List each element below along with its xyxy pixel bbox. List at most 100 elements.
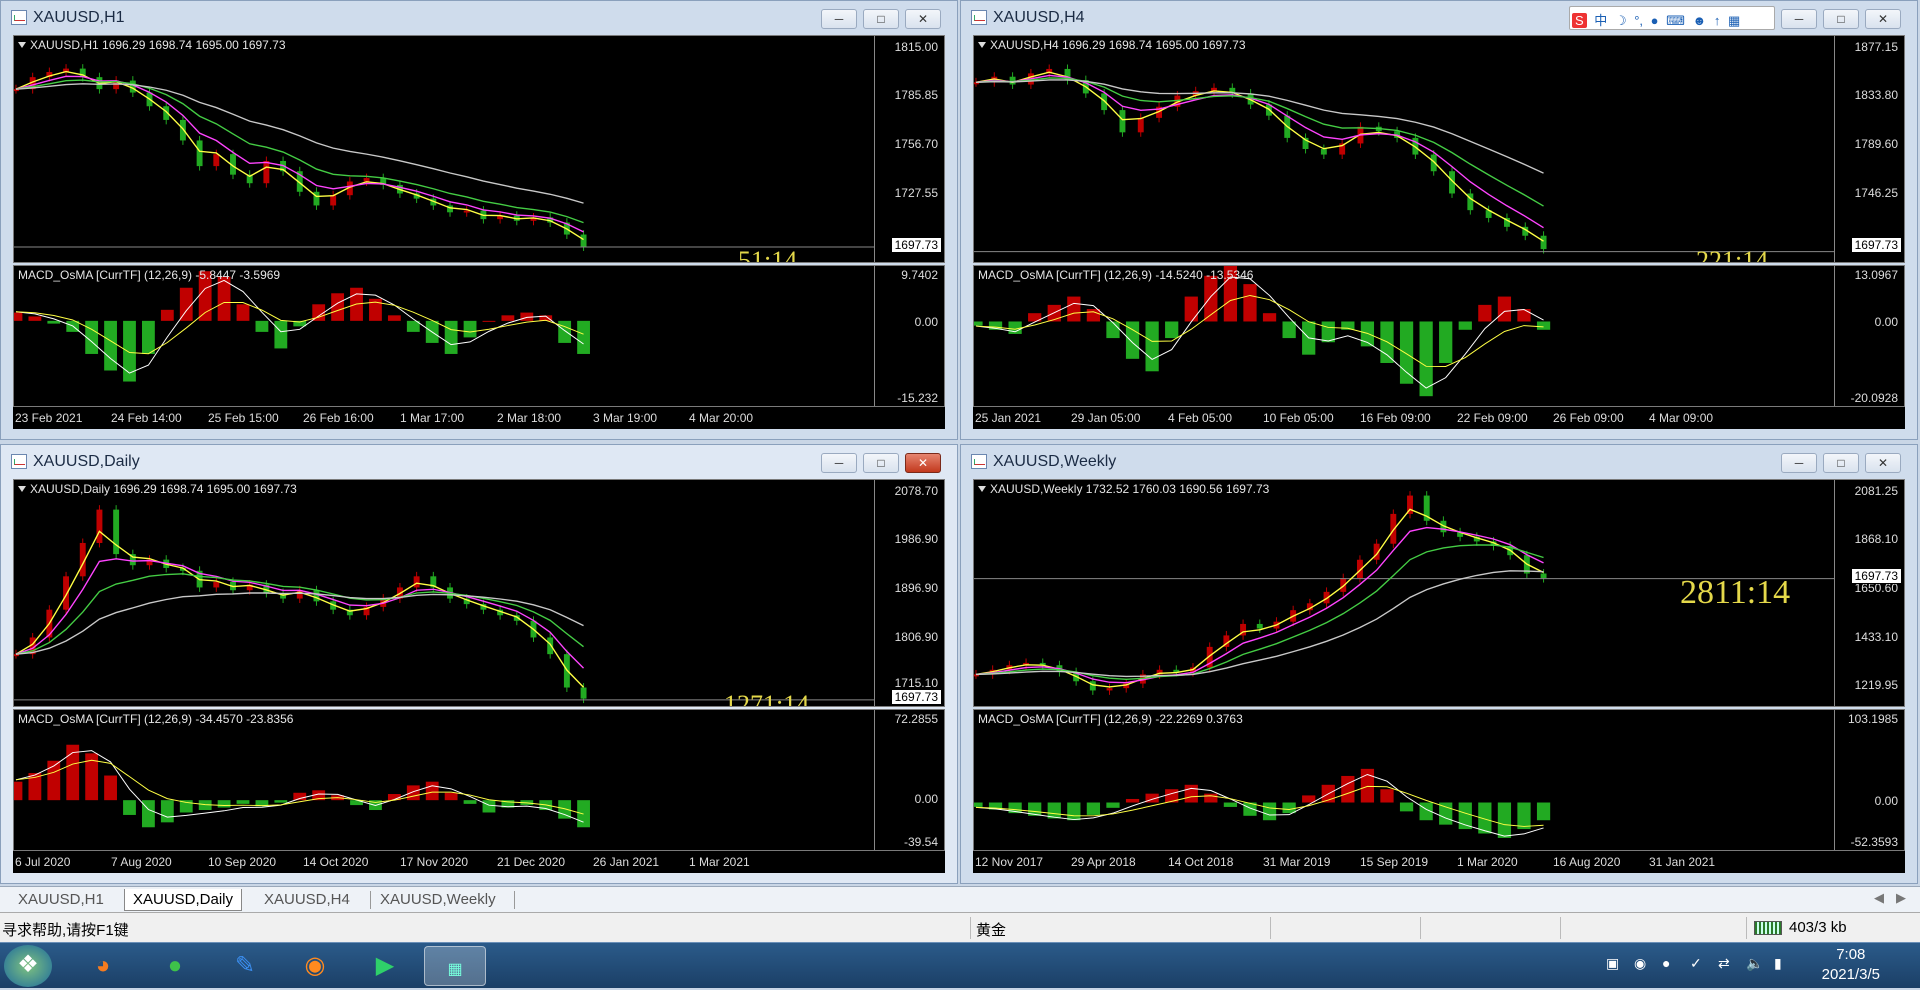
window-titlebar[interactable]: XAUUSD,Weekly ─ □ ✕: [961, 445, 1917, 478]
maximize-button[interactable]: □: [1823, 453, 1859, 473]
tray-network-icon[interactable]: ⇄: [1718, 955, 1730, 972]
tab-xauusd-h4[interactable]: XAUUSD,H4: [256, 889, 358, 911]
user-icon[interactable]: ☻: [1693, 13, 1707, 28]
close-button[interactable]: ✕: [905, 9, 941, 29]
maximize-button[interactable]: □: [1823, 9, 1859, 29]
moon-icon[interactable]: ☽: [1615, 13, 1627, 29]
chart-window-daily[interactable]: XAUUSD,Daily ─ □ ✕ XAUUSD,Daily 1696.29 …: [0, 444, 958, 884]
punct-icon[interactable]: °,: [1634, 13, 1643, 28]
tab-xauusd-daily[interactable]: XAUUSD,Daily: [124, 889, 243, 911]
minimize-button[interactable]: ─: [821, 9, 857, 29]
close-button[interactable]: ✕: [905, 453, 941, 473]
start-button[interactable]: ❖: [4, 945, 52, 987]
macd-subwindow[interactable]: MACD_OsMA [CurrTF] (12,26,9) -5.8447 -3.…: [13, 265, 945, 407]
keyboard-icon[interactable]: ⌨: [1666, 13, 1685, 29]
media-player-icon[interactable]: ▶: [354, 946, 416, 986]
candle-body: [63, 576, 70, 610]
tab-xauusd-weekly[interactable]: XAUUSD,Weekly: [372, 889, 504, 911]
price-chart[interactable]: XAUUSD,H1 1696.29 1698.74 1695.00 1697.7…: [13, 35, 945, 263]
price-chart[interactable]: XAUUSD,Weekly 1732.52 1760.03 1690.56 16…: [973, 479, 1905, 707]
macd-histogram-bar: [1536, 802, 1551, 821]
macd-histogram-bar: [1341, 775, 1355, 803]
time-label: 4 Feb 05:00: [1168, 411, 1233, 425]
maximize-button[interactable]: □: [863, 453, 899, 473]
tab-scroll-right-icon[interactable]: ▶: [1896, 890, 1906, 906]
chart-window-h4[interactable]: XAUUSD,H4 S 中 ☽ °, ● ⌨ ☻ ↑ ▦ ─ □ ✕ XAUUS…: [960, 0, 1918, 440]
price-chart[interactable]: XAUUSD,Daily 1696.29 1698.74 1695.00 169…: [13, 479, 945, 707]
macd-subwindow[interactable]: MACD_OsMA [CurrTF] (12,26,9) -22.2269 0.…: [973, 709, 1905, 851]
metatrader-icon[interactable]: ▦: [424, 946, 486, 986]
macd-subwindow[interactable]: MACD_OsMA [CurrTF] (12,26,9) -14.5240 -1…: [973, 265, 1905, 407]
tray-sogou-icon[interactable]: ◉: [1634, 955, 1646, 972]
dropdown-icon[interactable]: [978, 486, 986, 492]
time-label: 17 Nov 2020: [400, 855, 469, 869]
skin-icon[interactable]: ↑: [1714, 13, 1721, 28]
macd-histogram-bar: [47, 760, 61, 801]
bar-countdown: 1271:14: [724, 690, 810, 707]
macd-histogram-bar: [123, 800, 136, 815]
candle-body: [1390, 513, 1397, 544]
dropdown-icon[interactable]: [18, 42, 26, 48]
price-label: 1833.80: [1854, 88, 1898, 102]
macd-histogram-bar: [463, 320, 477, 338]
minimize-button[interactable]: ─: [1781, 9, 1817, 29]
firefox-icon[interactable]: ◉: [284, 946, 346, 986]
price-label: 1868.10: [1854, 532, 1898, 546]
ime-toolbar[interactable]: S 中 ☽ °, ● ⌨ ☻ ↑ ▦: [1569, 6, 1775, 30]
system-clock[interactable]: 7:08 2021/3/5: [1822, 945, 1880, 985]
dropdown-icon[interactable]: [978, 42, 986, 48]
tray-shield-icon[interactable]: ✓: [1690, 955, 1702, 972]
tab-scroll-left-icon[interactable]: ◀: [1874, 890, 1884, 906]
chart-window-weekly[interactable]: XAUUSD,Weekly ─ □ ✕ XAUUSD,Weekly 1732.5…: [960, 444, 1918, 884]
window-titlebar[interactable]: XAUUSD,H1 ─ □ ✕: [1, 1, 957, 34]
price-chart[interactable]: XAUUSD,H4 1696.29 1698.74 1695.00 1697.7…: [973, 35, 1905, 263]
window-titlebar[interactable]: XAUUSD,Daily ─ □ ✕: [1, 445, 957, 478]
time-label: 10 Sep 2020: [208, 855, 277, 869]
macd-histogram-bar: [1243, 284, 1257, 322]
notes-icon[interactable]: ✎: [214, 946, 276, 986]
signal-icon[interactable]: ▮: [1774, 955, 1782, 972]
time-label: 4 Mar 09:00: [1649, 411, 1714, 425]
candle-body: [179, 119, 186, 141]
macd-histogram-bar: [1262, 802, 1277, 821]
price-label: 1806.90: [894, 630, 938, 644]
macd-subwindow[interactable]: MACD_OsMA [CurrTF] (12,26,9) -34.4570 -2…: [13, 709, 945, 851]
macd-histogram-bar: [236, 800, 250, 804]
macd-histogram-bar: [1321, 321, 1335, 343]
maximize-button[interactable]: □: [863, 9, 899, 29]
close-button[interactable]: ✕: [1865, 453, 1901, 473]
time-label: 29 Apr 2018: [1071, 855, 1136, 869]
bar-countdown: 2811:14: [1680, 574, 1791, 611]
price-label: 1789.60: [1854, 137, 1898, 151]
chart-header: XAUUSD,H4 1696.29 1698.74 1695.00 1697.7…: [978, 38, 1246, 52]
volume-icon[interactable]: 🔈: [1746, 955, 1763, 972]
price-scale: 1815.00 1785.85 1756.70 1727.55 1697.73: [874, 36, 944, 262]
mic-icon[interactable]: ●: [1651, 13, 1659, 28]
price-plot: [974, 64, 1834, 254]
macd-scale: 72.2855 0.00 -39.54: [874, 710, 944, 850]
tray-wechat-icon[interactable]: ●: [1662, 955, 1670, 971]
price-label: 1986.90: [894, 532, 938, 546]
macd-histogram-bar: [1517, 309, 1531, 322]
window-titlebar[interactable]: XAUUSD,H4 S 中 ☽ °, ● ⌨ ☻ ↑ ▦ ─ □ ✕: [961, 1, 1917, 34]
close-button[interactable]: ✕: [1865, 9, 1901, 29]
ime-mode[interactable]: 中: [1594, 10, 1607, 29]
taskbar-app-icon[interactable]: ◕: [72, 946, 134, 986]
wechat-icon[interactable]: ●: [144, 946, 206, 986]
tray-app-icon[interactable]: ▣: [1606, 955, 1619, 972]
macd-histogram-bar: [1517, 802, 1531, 830]
chart-window-h1[interactable]: XAUUSD,H1 ─ □ ✕ XAUUSD,H1 1696.29 1698.7…: [0, 0, 958, 440]
time-label: 1 Mar 17:00: [400, 411, 465, 425]
candle-body: [313, 191, 320, 206]
grid-icon[interactable]: ▦: [1728, 13, 1740, 29]
minimize-button[interactable]: ─: [1781, 453, 1817, 473]
time-axis: 12 Nov 2017 29 Apr 2018 14 Oct 2018 31 M…: [973, 851, 1905, 873]
macd-histogram-bar: [1399, 321, 1414, 384]
connection-status-icon[interactable]: [1754, 921, 1782, 935]
minimize-button[interactable]: ─: [821, 453, 857, 473]
dropdown-icon[interactable]: [18, 486, 26, 492]
candle-body: [1101, 93, 1108, 111]
candle-body: [1256, 623, 1263, 629]
candle-body: [1009, 76, 1016, 85]
tab-xauusd-h1[interactable]: XAUUSD,H1: [10, 889, 112, 911]
